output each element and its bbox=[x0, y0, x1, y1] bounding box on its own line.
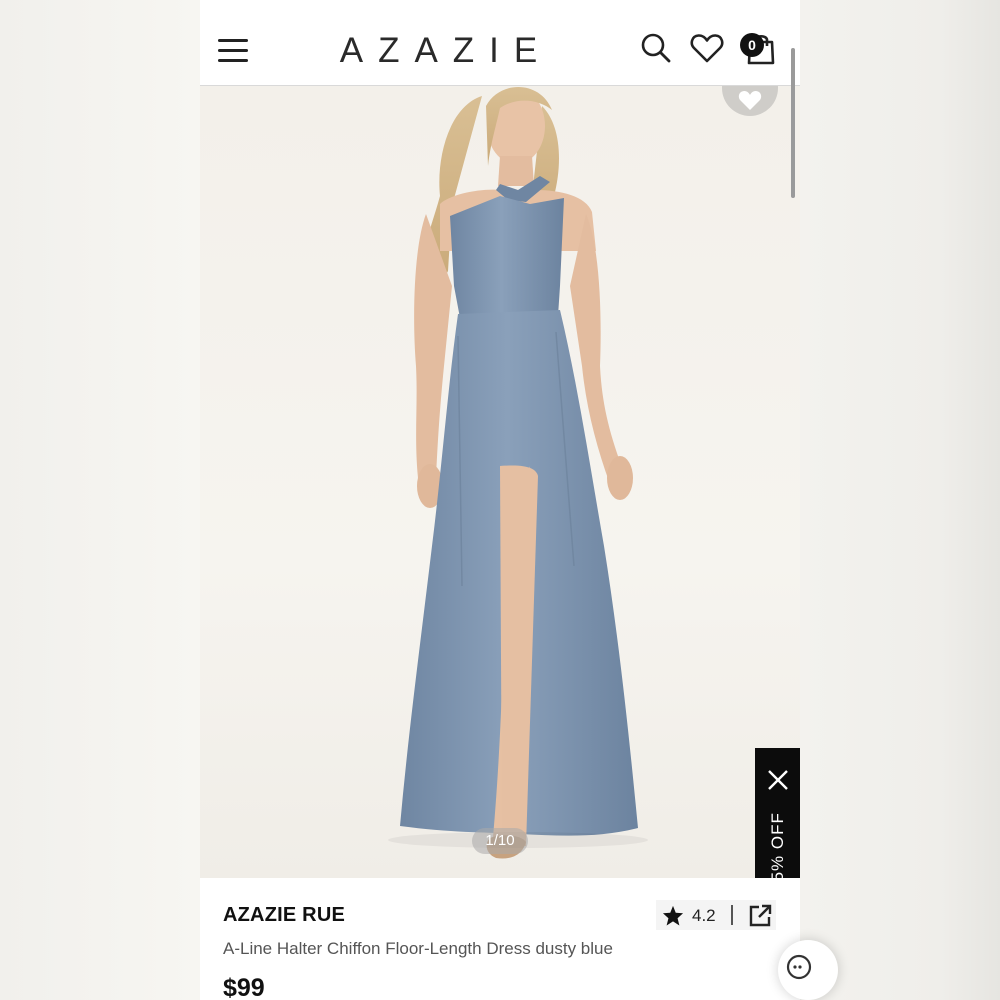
image-page-indicator: 1/10 bbox=[472, 828, 528, 854]
heart-icon[interactable] bbox=[690, 32, 724, 64]
share-icon[interactable] bbox=[748, 904, 772, 928]
star-icon bbox=[662, 905, 684, 926]
discount-promo-tab[interactable]: 15% OFF bbox=[755, 748, 800, 894]
divider bbox=[731, 905, 733, 925]
rating-value[interactable]: 4.2 bbox=[692, 906, 716, 926]
site-header: AZAZIE 0 bbox=[200, 0, 800, 86]
search-icon[interactable] bbox=[640, 32, 672, 64]
background-left bbox=[0, 0, 200, 1000]
background-right bbox=[800, 0, 1000, 1000]
product-brand: AZAZIE RUE bbox=[223, 904, 345, 926]
model-photo bbox=[388, 86, 648, 859]
mobile-page: 1/10 AZAZIE 0 15% OFF AZAZIE RUE 4.2 A-L… bbox=[200, 0, 800, 1000]
scrollbar[interactable] bbox=[791, 48, 795, 198]
site-logo[interactable]: AZAZIE bbox=[200, 31, 692, 71]
cart-count-badge: 0 bbox=[740, 33, 764, 57]
product-info: AZAZIE RUE 4.2 A-Line Halter Chiffon Flo… bbox=[200, 878, 800, 1000]
rating-share-bar: 4.2 bbox=[656, 900, 776, 930]
chat-icon bbox=[786, 954, 812, 980]
product-image-gallery[interactable]: 1/10 bbox=[200, 86, 800, 878]
product-description: A-Line Halter Chiffon Floor-Length Dress… bbox=[223, 939, 613, 958]
chat-button[interactable] bbox=[778, 940, 838, 1000]
favorite-heart-icon bbox=[738, 90, 762, 110]
product-price: $99 bbox=[223, 974, 265, 1000]
close-icon[interactable] bbox=[766, 768, 790, 792]
